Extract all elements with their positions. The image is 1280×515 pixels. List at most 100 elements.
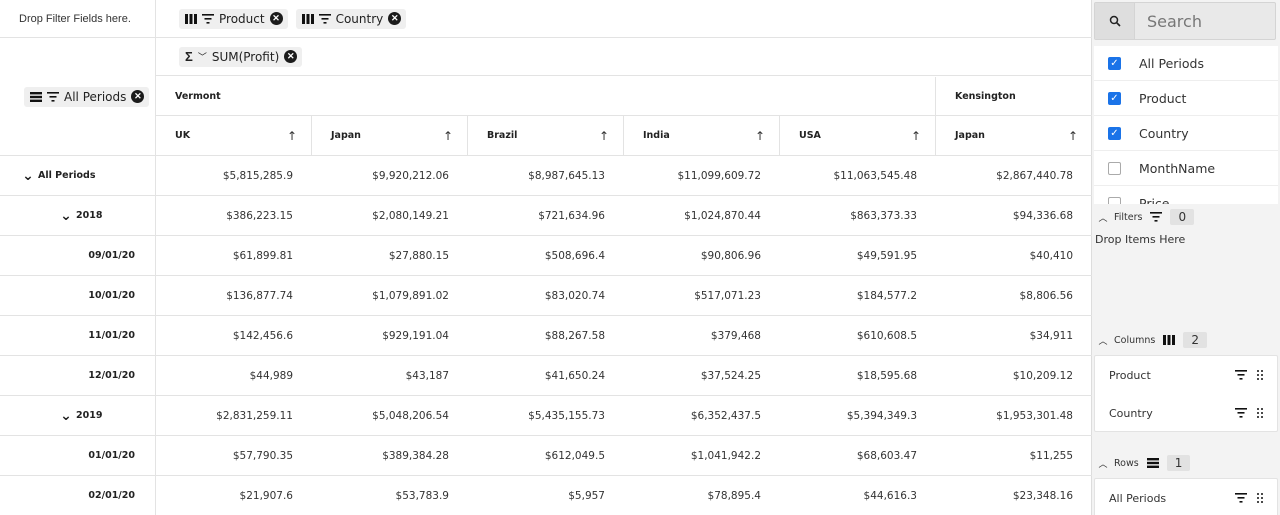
filter-icon[interactable] <box>47 91 59 102</box>
table-cell[interactable]: $5,815,285.9 <box>156 156 312 196</box>
table-cell[interactable]: $90,806.96 <box>624 236 780 276</box>
drag-handle-icon[interactable] <box>1257 408 1263 418</box>
value-chips-area[interactable]: Σ ﹀ SUM(Profit) ✕ <box>156 38 1092 76</box>
table-cell[interactable]: $21,907.6 <box>156 476 312 515</box>
chevron-down-icon[interactable]: ⌄ <box>60 409 72 423</box>
column-field-item[interactable]: Product <box>1095 356 1277 394</box>
value-chip-sum-profit[interactable]: Σ ﹀ SUM(Profit) ✕ <box>179 46 303 67</box>
sort-arrow-up-icon[interactable]: ↑ <box>443 129 453 143</box>
filters-section-header[interactable]: ︿ Filters 0 <box>1094 207 1278 227</box>
column-chips-area[interactable]: Product ✕ Country ✕ <box>156 0 1092 38</box>
checkbox-unchecked[interactable] <box>1108 161 1121 175</box>
table-cell[interactable]: $5,394,349.3 <box>780 396 936 436</box>
close-icon[interactable]: ✕ <box>284 50 298 63</box>
drag-handle-icon[interactable] <box>1257 370 1263 380</box>
close-icon[interactable]: ✕ <box>269 12 283 25</box>
column-header[interactable]: USA ↑ <box>780 116 936 156</box>
sort-arrow-up-icon[interactable]: ↑ <box>911 129 921 143</box>
field-item-product[interactable]: ✓ Product <box>1094 81 1278 116</box>
chevron-down-icon[interactable]: ⌄ <box>22 169 34 183</box>
search-button[interactable] <box>1095 3 1135 39</box>
sort-arrow-up-icon[interactable]: ↑ <box>755 129 765 143</box>
table-cell[interactable]: $1,079,891.02 <box>312 276 468 316</box>
search-input[interactable]: Search <box>1135 3 1202 39</box>
table-cell[interactable]: $8,806.56 <box>936 276 1092 316</box>
table-cell[interactable]: $386,223.15 <box>156 196 312 236</box>
chevron-up-icon[interactable]: ︿ <box>1096 334 1110 347</box>
filter-icon[interactable] <box>1235 408 1247 418</box>
table-cell[interactable]: $863,373.33 <box>780 196 936 236</box>
table-cell[interactable]: $508,696.4 <box>468 236 624 276</box>
column-group-header[interactable]: Kensington <box>936 77 1092 116</box>
table-cell[interactable]: $44,616.3 <box>780 476 936 515</box>
table-cell[interactable]: $57,790.35 <box>156 436 312 476</box>
table-cell[interactable]: $94,336.68 <box>936 196 1092 236</box>
table-cell[interactable]: $27,880.15 <box>312 236 468 276</box>
table-cell[interactable]: $44,989 <box>156 356 312 396</box>
row-header[interactable]: ⌄ All Periods <box>0 156 156 196</box>
checkbox-checked[interactable]: ✓ <box>1108 56 1121 70</box>
chevron-up-icon[interactable]: ︿ <box>1096 211 1110 224</box>
table-cell[interactable]: $10,209.12 <box>936 356 1092 396</box>
field-item-all-periods[interactable]: ✓ All Periods <box>1094 46 1278 81</box>
field-item-monthname[interactable]: MonthName <box>1094 151 1278 186</box>
field-item-country[interactable]: ✓ Country <box>1094 116 1278 151</box>
table-cell[interactable]: $40,410 <box>936 236 1092 276</box>
table-cell[interactable]: $610,608.5 <box>780 316 936 356</box>
search-box[interactable]: Search <box>1094 2 1276 40</box>
row-chip-all-periods[interactable]: All Periods ✕ <box>24 86 150 107</box>
table-cell[interactable]: $5,435,155.73 <box>468 396 624 436</box>
table-cell[interactable]: $379,468 <box>624 316 780 356</box>
chevron-down-icon[interactable]: ﹀ <box>198 50 207 63</box>
field-list[interactable]: ✓ All Periods ✓ Product ✓ Country MonthName… <box>1094 46 1278 204</box>
checkbox-unchecked[interactable] <box>1108 196 1121 204</box>
table-cell[interactable]: $142,456.6 <box>156 316 312 356</box>
table-cell[interactable]: $11,063,545.48 <box>780 156 936 196</box>
drag-handle-icon[interactable] <box>1257 493 1263 503</box>
table-cell[interactable]: $83,020.74 <box>468 276 624 316</box>
close-icon[interactable]: ✕ <box>131 90 145 103</box>
table-cell[interactable]: $41,650.24 <box>468 356 624 396</box>
table-cell[interactable]: $6,352,437.5 <box>624 396 780 436</box>
close-icon[interactable]: ✕ <box>388 12 402 25</box>
row-field-item[interactable]: All Periods <box>1095 479 1277 515</box>
rows-drop-box[interactable]: All Periods <box>1094 478 1278 515</box>
column-header[interactable]: India ↑ <box>624 116 780 156</box>
table-cell[interactable]: $1,024,870.44 <box>624 196 780 236</box>
table-cell[interactable]: $53,783.9 <box>312 476 468 515</box>
table-cell[interactable]: $5,048,206.54 <box>312 396 468 436</box>
column-group-header[interactable]: Vermont <box>156 77 936 116</box>
table-cell[interactable]: $389,384.28 <box>312 436 468 476</box>
table-cell[interactable]: $23,348.16 <box>936 476 1092 515</box>
columns-section-header[interactable]: ︿ Columns 2 <box>1094 330 1278 350</box>
table-cell[interactable]: $18,595.68 <box>780 356 936 396</box>
checkbox-checked[interactable]: ✓ <box>1108 91 1121 105</box>
column-chip-product[interactable]: Product ✕ <box>179 8 288 29</box>
table-cell[interactable]: $2,831,259.11 <box>156 396 312 436</box>
table-cell[interactable]: $721,634.96 <box>468 196 624 236</box>
table-cell[interactable]: $8,987,645.13 <box>468 156 624 196</box>
sort-arrow-up-icon[interactable]: ↑ <box>599 129 609 143</box>
row-chips-area[interactable]: All Periods ✕ <box>0 38 156 156</box>
table-cell[interactable]: $612,049.5 <box>468 436 624 476</box>
column-header[interactable]: Japan ↑ <box>312 116 468 156</box>
filter-drop-area[interactable]: Drop Filter Fields here. <box>0 0 156 38</box>
table-cell[interactable]: $184,577.2 <box>780 276 936 316</box>
table-cell[interactable]: $61,899.81 <box>156 236 312 276</box>
table-cell[interactable]: $1,953,301.48 <box>936 396 1092 436</box>
row-header[interactable]: ⌄ 2019 <box>0 396 156 436</box>
table-cell[interactable]: $37,524.25 <box>624 356 780 396</box>
column-header[interactable]: UK ↑ <box>156 116 312 156</box>
table-cell[interactable]: $136,877.74 <box>156 276 312 316</box>
sort-arrow-up-icon[interactable]: ↑ <box>287 129 297 143</box>
table-cell[interactable]: $34,911 <box>936 316 1092 356</box>
column-chip-country[interactable]: Country ✕ <box>295 8 407 29</box>
table-cell[interactable]: $9,920,212.06 <box>312 156 468 196</box>
table-cell[interactable]: $11,255 <box>936 436 1092 476</box>
rows-section-header[interactable]: ︿ Rows 1 <box>1094 453 1278 473</box>
table-cell[interactable]: $929,191.04 <box>312 316 468 356</box>
filter-icon[interactable] <box>202 13 214 24</box>
filter-icon[interactable] <box>318 13 331 24</box>
column-header[interactable]: Brazil ↑ <box>468 116 624 156</box>
filter-icon[interactable] <box>1235 370 1247 380</box>
